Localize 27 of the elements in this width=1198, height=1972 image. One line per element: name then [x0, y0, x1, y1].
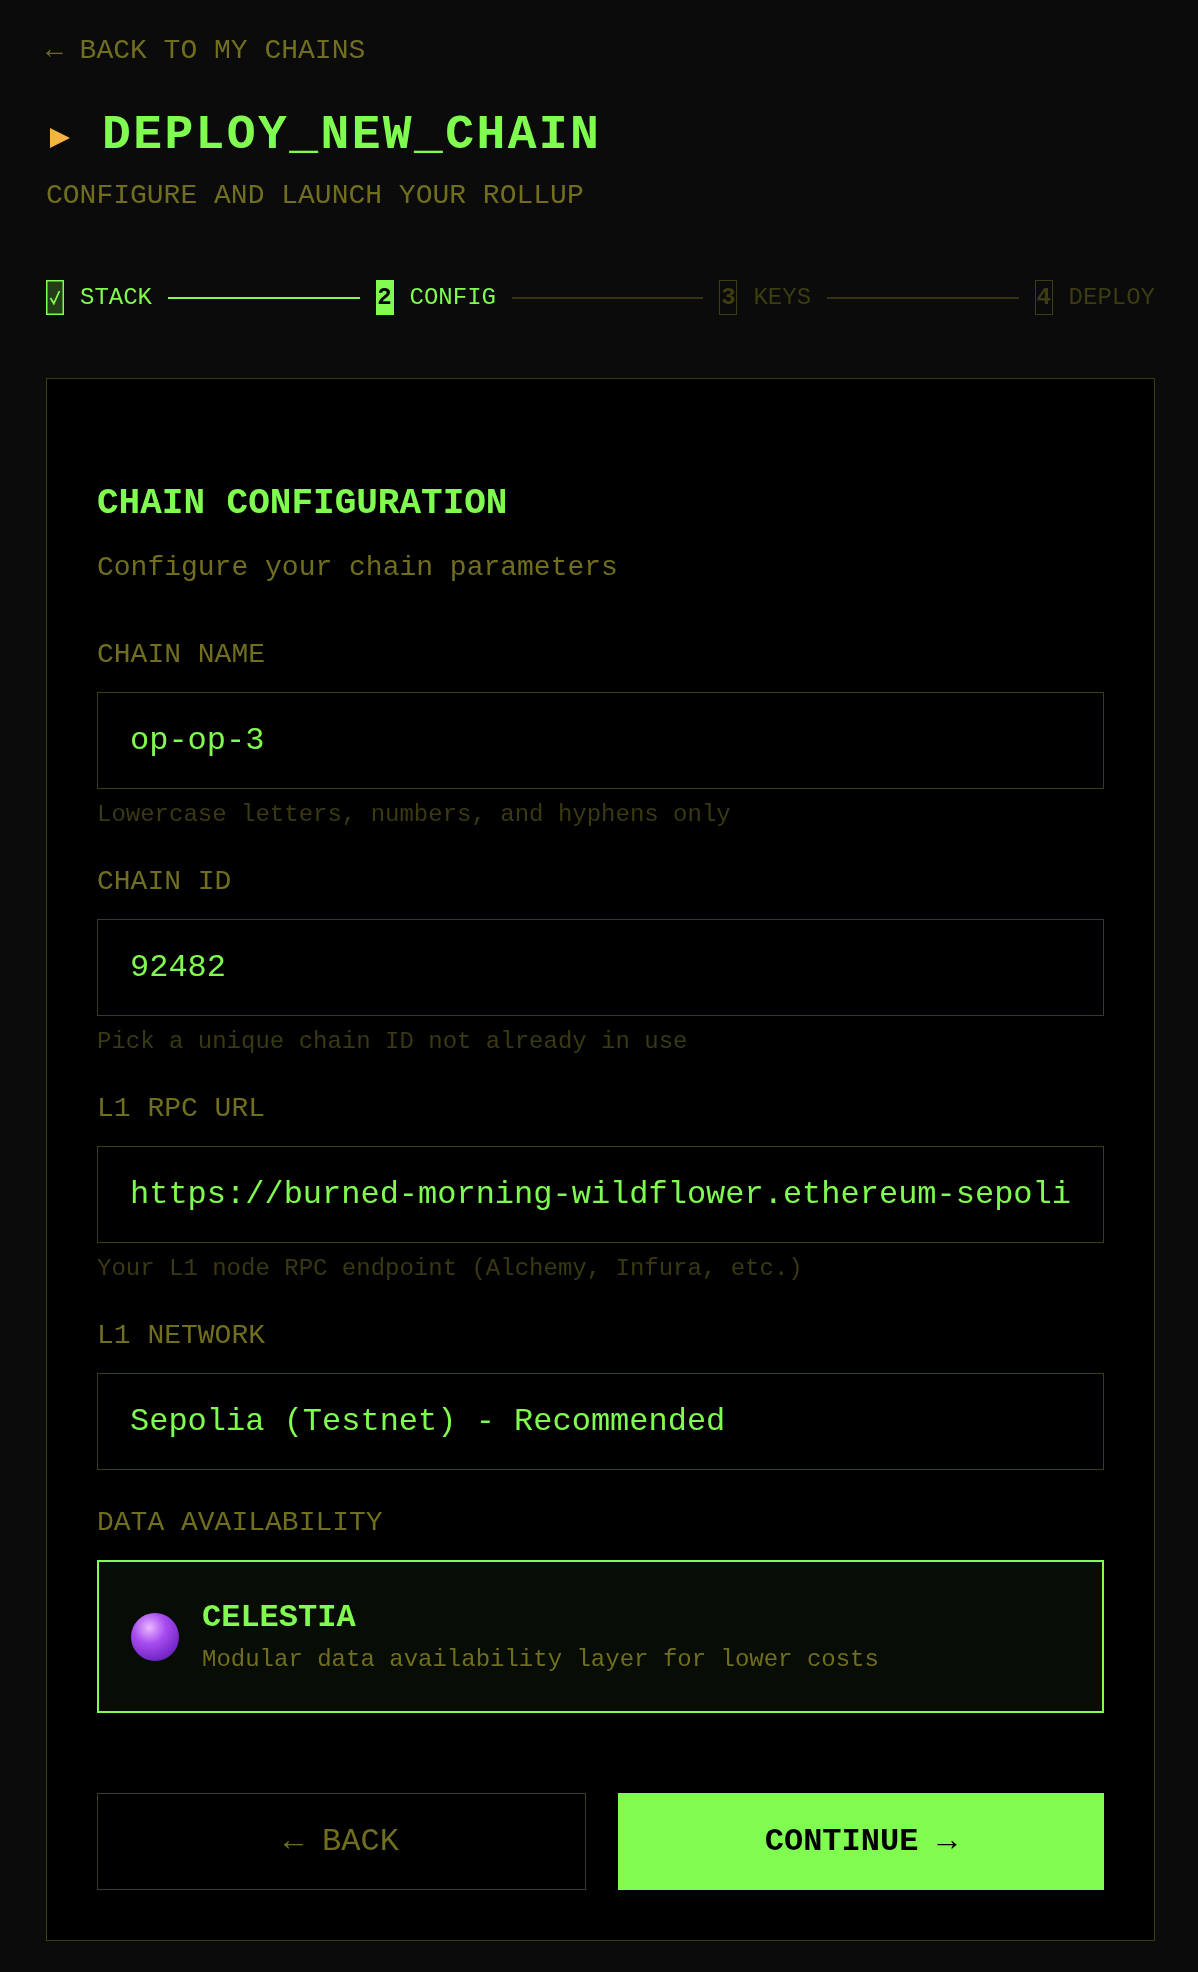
step-number: 2	[375, 280, 394, 315]
field-hint: Lowercase letters, numbers, and hyphens only	[97, 801, 731, 829]
input-field[interactable]: 92482	[97, 919, 1104, 1016]
field-label: L1 NETWORK	[97, 1319, 266, 1353]
input-field[interactable]: Sepolia (Testnet) - Recommended	[97, 1373, 1104, 1470]
field-label: L1 RPC URL	[97, 1092, 266, 1126]
continue-button[interactable]: CONTINUE →	[617, 1793, 1104, 1890]
input-field[interactable]: https://burned-morning-wildflower.ethereum-sepoli	[97, 1146, 1104, 1243]
card-title: CHAIN CONFIGURATION	[97, 482, 508, 526]
page-subtitle: CONFIGURE AND LAUNCH YOUR ROLLUP	[46, 179, 584, 213]
step-label: STACK	[80, 282, 152, 313]
back-button[interactable]: ← BACK	[97, 1793, 586, 1890]
option-description: Modular data availability layer for lower costs	[202, 1644, 879, 1675]
field-label: CHAIN ID	[97, 865, 232, 899]
page-title: DEPLOY_NEW_CHAIN	[102, 107, 602, 164]
option-card[interactable]: CELESTIA Modular data availability layer for lower costs	[97, 1560, 1104, 1713]
card-subtitle: Configure your chain parameters	[97, 551, 618, 585]
field-label: DATA AVAILABILITY	[97, 1506, 383, 1540]
option-title: CELESTIA	[202, 1598, 356, 1637]
step-label: CONFIG	[409, 282, 496, 313]
back-link[interactable]: ← BACK TO MY CHAINS	[46, 34, 366, 68]
field-label: CHAIN NAME	[97, 638, 266, 672]
triangle-icon	[50, 128, 70, 148]
field-hint: Your L1 node RPC endpoint (Alchemy, Infura, etc.)	[97, 1255, 803, 1283]
field-hint: Pick a unique chain ID not already in use	[97, 1028, 688, 1056]
sphere-icon	[131, 1612, 179, 1661]
input-field[interactable]: op-op-3	[97, 692, 1104, 789]
